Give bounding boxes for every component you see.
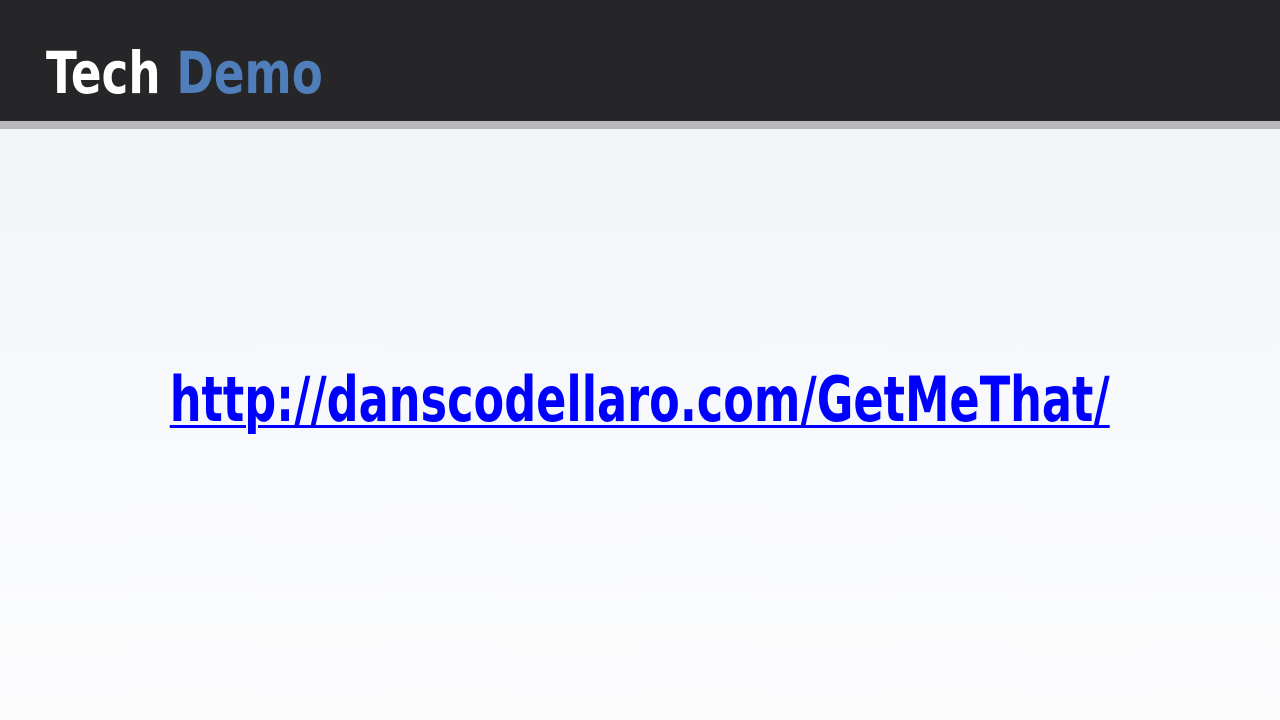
main-link[interactable]: http://danscodellaro.com/GetMeThat/ [170,362,1110,438]
link-container: http://danscodellaro.com/GetMeThat/ [0,360,1280,440]
page-title-word-1: Tech [46,39,161,107]
page-title-word-2: Demo [176,39,323,107]
page-title: Tech Demo [46,36,323,110]
header-divider [0,121,1280,129]
